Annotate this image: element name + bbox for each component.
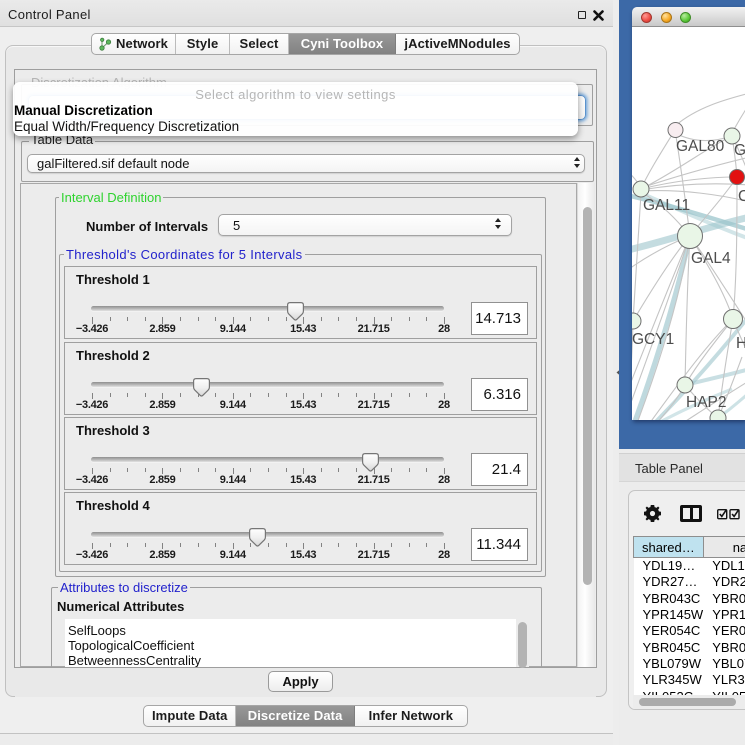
svg-text:GAL80: GAL80 [676,138,725,155]
svg-text:GAL11: GAL11 [643,197,690,214]
svg-text:H: H [736,335,745,352]
svg-text:C: C [738,188,745,205]
svg-text:GA: GA [734,142,745,159]
svg-text:HAP2: HAP2 [686,394,727,411]
svg-text:GAL4: GAL4 [691,250,731,267]
svg-text:GCY1: GCY1 [632,331,674,348]
